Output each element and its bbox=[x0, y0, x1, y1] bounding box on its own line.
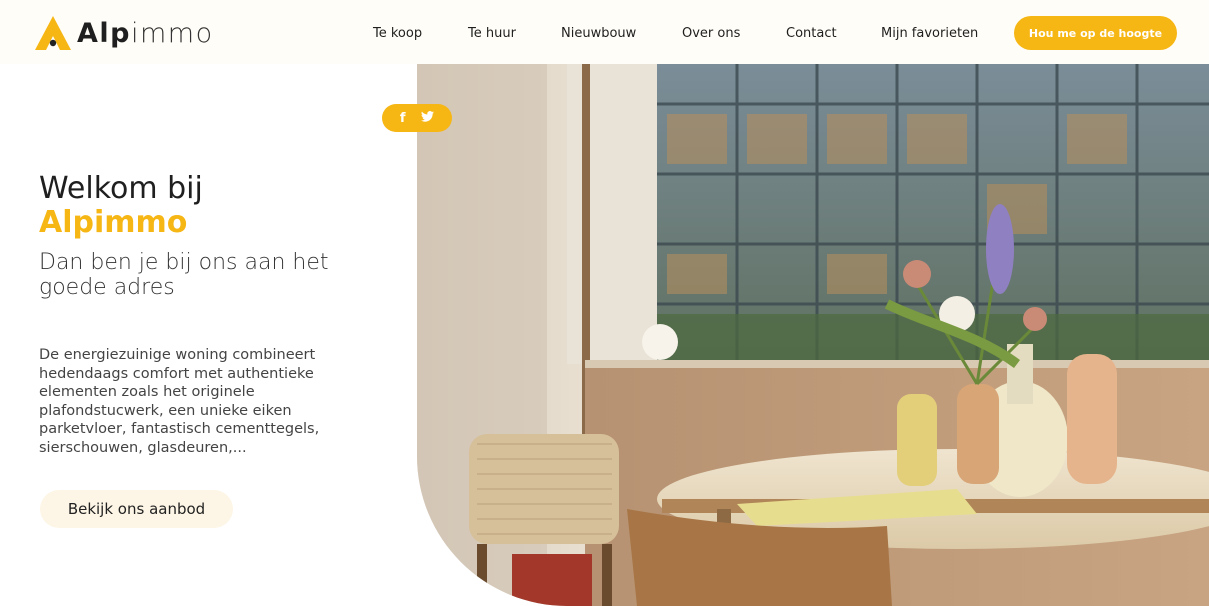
subscribe-button[interactable]: Hou me op de hoogte bbox=[1014, 16, 1177, 50]
view-offer-button[interactable]: Bekijk ons aanbod bbox=[40, 490, 233, 528]
nav-item-te-huur[interactable]: Te huur bbox=[468, 26, 516, 42]
nav-item-over-ons[interactable]: Over ons bbox=[682, 26, 740, 42]
site-header: Alpimmo Te koop Te huur Nieuwbouw Over o… bbox=[0, 0, 1209, 64]
facebook-icon[interactable]: f bbox=[400, 112, 406, 125]
hero-description: De energiezuinige woning combineert hede… bbox=[39, 347, 320, 456]
main-nav: Te koop Te huur Nieuwbouw Over ons Conta… bbox=[0, 0, 1209, 64]
hero-photo bbox=[417, 64, 1209, 606]
hero-brand: Alpimmo bbox=[39, 205, 188, 240]
nav-item-nieuwbouw[interactable]: Nieuwbouw bbox=[561, 26, 636, 42]
hero-title: Welkom bij bbox=[39, 171, 203, 206]
nav-item-contact[interactable]: Contact bbox=[786, 26, 837, 42]
social-links: f bbox=[382, 104, 452, 132]
interior-photo bbox=[417, 64, 1209, 606]
hero-subtitle: Dan ben je bij ons aan het goede adres bbox=[39, 250, 329, 300]
nav-item-mijn-favorieten[interactable]: Mijn favorieten bbox=[881, 26, 978, 42]
nav-item-te-koop[interactable]: Te koop bbox=[373, 26, 422, 42]
twitter-icon[interactable] bbox=[421, 111, 435, 125]
